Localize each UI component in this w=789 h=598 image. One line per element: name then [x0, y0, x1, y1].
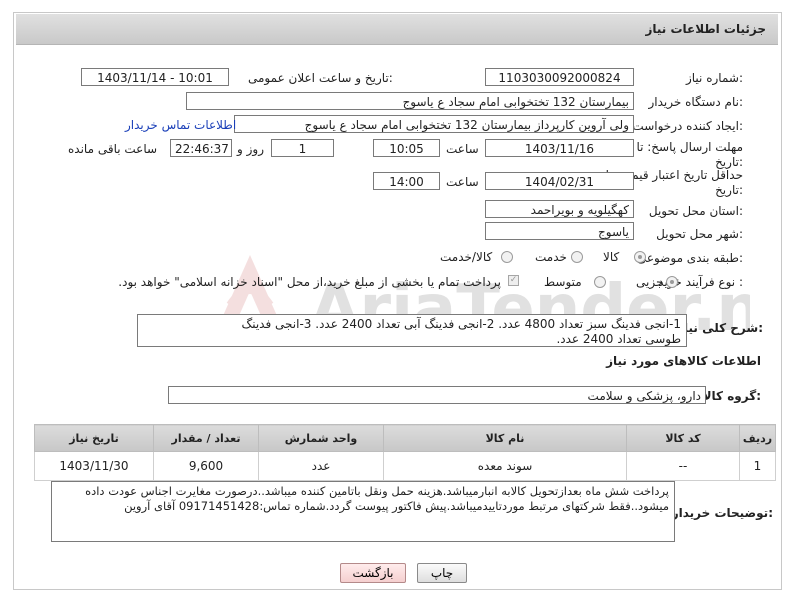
category-radio-service[interactable] [571, 251, 583, 263]
buyer-notes-textarea[interactable]: پرداخت شش ماه بعدازتحویل کالابه انبارمیب… [51, 481, 675, 542]
deadline-time-label: ساعت [446, 142, 479, 156]
creator-label: ایجاد کننده درخواست: [632, 119, 743, 133]
process-radio-medium[interactable] [594, 276, 606, 288]
description-line-1: 1-انجی فدینگ سبز تعداد 4800 عدد. 2-انجی … [241, 317, 681, 331]
validity-date-label: تاریخ: [715, 183, 743, 197]
goods-info-title: اطلاعات کالاهای مورد نیاز [606, 354, 761, 368]
cell-row-number: 1 [739, 451, 776, 481]
announce-label: تاریخ و ساعت اعلان عمومی: [248, 71, 393, 85]
cell-item-code: -- [626, 451, 740, 481]
table-row[interactable]: 1 -- سوند معده عدد 9,600 1403/11/30 [34, 451, 776, 481]
process-radio-minor[interactable] [666, 276, 678, 288]
payment-note: پرداخت تمام یا بخشی از مبلغ خرید،از محل … [118, 275, 501, 289]
description-label: شرح کلی نیاز: [677, 321, 763, 335]
category-radio-goods[interactable] [634, 251, 646, 263]
col-header-unit: واحد شمارش [258, 424, 384, 452]
cell-need-date: 1403/11/30 [34, 451, 154, 481]
buyer-contact-link[interactable]: اطلاعات تماس خریدار [125, 118, 236, 132]
days-and-label: روز و [237, 142, 264, 156]
need-number-field[interactable]: 1103030092000824 [485, 68, 634, 86]
cell-unit: عدد [258, 451, 384, 481]
description-line-2: طوسی تعداد 2400 عدد. [556, 332, 681, 346]
category-option-goods-service: کالا/خدمت [440, 250, 493, 264]
deadline-date-label: تاریخ: [715, 155, 743, 169]
validity-time-field[interactable]: 14:00 [373, 172, 440, 190]
treasury-payment-checkbox[interactable]: ✓ [508, 275, 519, 286]
goods-group-field[interactable]: دارو، پزشکی و سلامت [168, 386, 706, 404]
category-option-goods: کالا [603, 250, 620, 264]
col-header-row-number: ردیف [739, 424, 776, 452]
category-option-service: خدمت [535, 250, 567, 264]
print-button[interactable]: چاپ [417, 563, 467, 583]
col-header-quantity: تعداد / مقدار [153, 424, 259, 452]
remaining-time-label: ساعت باقی مانده [68, 142, 158, 156]
category-radio-goods-service[interactable] [501, 251, 513, 263]
panel-title: جزئیات اطلاعات نیاز [645, 22, 766, 36]
process-option-medium: متوسط [544, 275, 582, 289]
remaining-time-field[interactable]: 22:46:37 [170, 139, 232, 157]
city-label: شهر محل تحویل: [656, 227, 743, 241]
buyer-notes-line-1: پرداخت شش ماه بعدازتحویل کالابه انبارمیب… [85, 484, 669, 498]
buyer-org-field[interactable]: بیمارستان 132 تختخوابی امام سجاد ع یاسوج [186, 92, 634, 110]
validity-time-label: ساعت [446, 175, 479, 189]
category-label: طبقه بندی موضوعی: [636, 251, 743, 265]
city-field[interactable]: یاسوج [485, 222, 634, 240]
need-number-label: شماره نیاز: [685, 71, 743, 85]
days-remaining-field[interactable]: 1 [271, 139, 334, 157]
col-header-item-code: کد کالا [626, 424, 740, 452]
process-option-minor: جزیی [636, 275, 664, 289]
description-textarea[interactable]: 1-انجی فدینگ سبز تعداد 4800 عدد. 2-انجی … [137, 314, 687, 347]
deadline-date-field[interactable]: 1403/11/16 [485, 139, 634, 157]
goods-table: ردیف کد کالا نام کالا واحد شمارش تعداد /… [34, 424, 776, 481]
province-label: استان محل تحویل: [648, 204, 743, 218]
deadline-time-field[interactable]: 10:05 [373, 139, 440, 157]
buyer-notes-line-2: میشود..فقط شرکتهای مرتبط موردتاییدمیباشد… [124, 499, 669, 513]
col-header-need-date: تاریخ نیاز [34, 424, 154, 452]
buyer-org-label: نام دستگاه خریدار: [648, 95, 744, 109]
province-field[interactable]: کهگیلویه و بویراحمد [485, 200, 634, 218]
goods-table-header-row: ردیف کد کالا نام کالا واحد شمارش تعداد /… [34, 424, 776, 452]
buyer-notes-label: توضیحات خریدار: [671, 506, 773, 520]
validity-date-field[interactable]: 1404/02/31 [485, 172, 634, 190]
cell-item-name: سوند معده [383, 451, 627, 481]
col-header-item-name: نام کالا [383, 424, 627, 452]
announce-date-field[interactable]: 1403/11/14 - 10:01 [81, 68, 229, 86]
cell-quantity: 9,600 [153, 451, 259, 481]
creator-field[interactable]: ولی آروین کارپرداز بیمارستان 132 تختخواب… [234, 115, 634, 133]
panel-header: جزئیات اطلاعات نیاز [16, 14, 778, 45]
deadline-label: مهلت ارسال پاسخ: تا [636, 140, 743, 154]
goods-group-label: گروه کالا: [702, 389, 761, 403]
back-button[interactable]: بازگشت [340, 563, 406, 583]
